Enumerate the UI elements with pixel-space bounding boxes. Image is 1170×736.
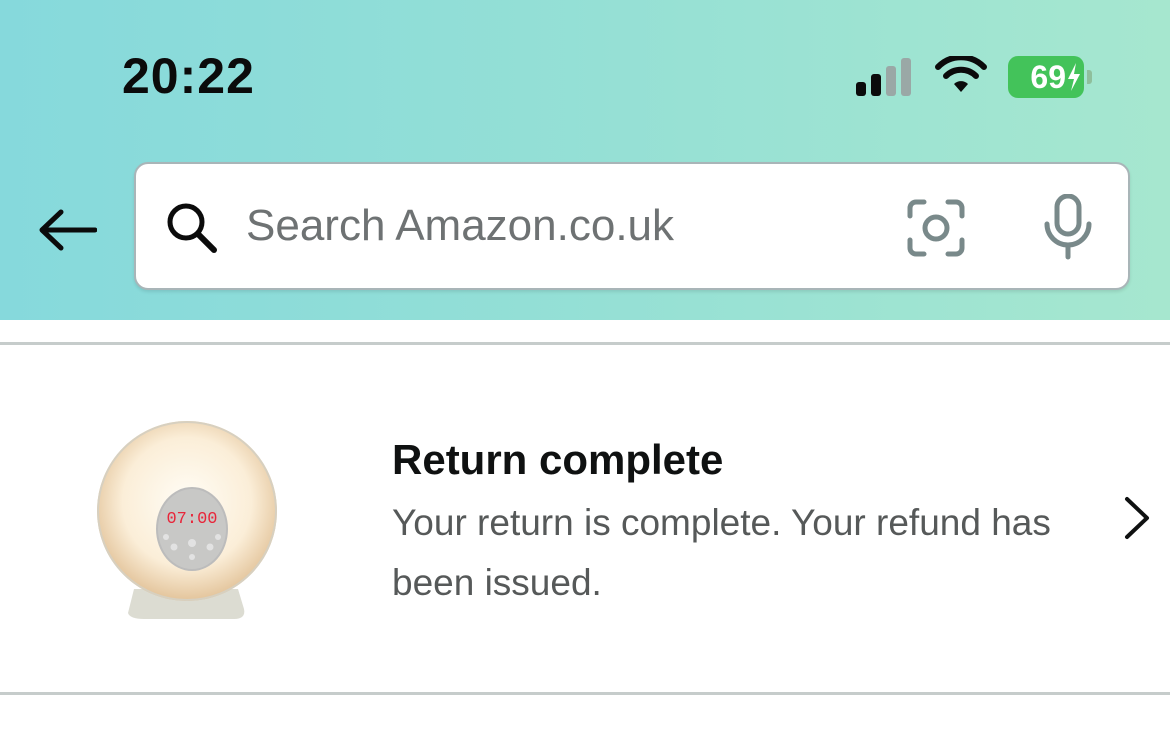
arrow-left-icon (39, 209, 97, 251)
product-image: 07:00 (97, 421, 277, 619)
search-icon (167, 203, 217, 253)
cellular-signal-icon (856, 58, 911, 96)
product-clock-display: 07:00 (166, 510, 217, 529)
camera-scan-icon[interactable] (906, 198, 966, 258)
search-bar[interactable] (134, 162, 1130, 290)
battery-nub (1087, 70, 1092, 84)
search-input[interactable] (246, 194, 866, 258)
return-status-title: Return complete (392, 436, 724, 483)
return-status-description: Your return is complete. Your refund has… (392, 502, 1051, 603)
battery-percent: 69 (1030, 59, 1066, 95)
return-status-card[interactable]: 07:00 Return complete Your return is com… (0, 345, 1170, 692)
microphone-icon[interactable] (1040, 194, 1096, 260)
status-time: 20:22 (122, 48, 255, 104)
wifi-icon (935, 56, 987, 92)
charging-bolt-icon (1068, 63, 1080, 91)
battery-indicator: 69 (1008, 56, 1092, 98)
app-header: 20:22 69 (0, 0, 1170, 320)
back-button[interactable] (34, 200, 100, 260)
divider (0, 692, 1170, 695)
chevron-right-icon[interactable] (1120, 493, 1156, 543)
